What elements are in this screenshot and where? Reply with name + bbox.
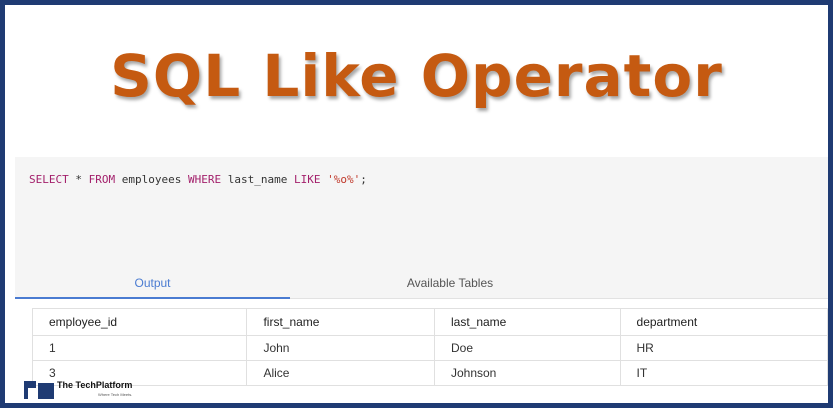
logo-name: The TechPlatform xyxy=(57,380,133,390)
keyword-like: LIKE xyxy=(293,173,321,186)
column-header-last-name: last_name xyxy=(433,308,621,336)
cell-department: HR xyxy=(619,335,828,361)
like-pattern: '%o%' xyxy=(327,173,361,186)
select-star: * xyxy=(68,173,89,186)
screenshot-frame: SQL Like Operator SELECT * FROM employee… xyxy=(0,0,833,408)
cell-employee-id: 1 xyxy=(31,335,248,361)
cell-first-name: Alice xyxy=(246,360,435,386)
cell-last-name: Johnson xyxy=(433,360,621,386)
cell-department: IT xyxy=(619,360,828,386)
table-name: employees xyxy=(115,173,188,186)
result-tabs: Output Available Tables xyxy=(15,269,828,299)
column-name: last_name xyxy=(221,173,294,186)
cell-last-name: Doe xyxy=(433,335,621,361)
sql-editor[interactable]: SELECT * FROM employees WHERE last_name … xyxy=(15,157,828,269)
column-header-department: department xyxy=(619,308,828,336)
title-banner: SQL Like Operator xyxy=(5,5,828,155)
keyword-from: FROM xyxy=(88,173,116,186)
column-header-employee-id: employee_id xyxy=(31,308,248,336)
cell-first-name: John xyxy=(246,335,435,361)
table-row: 1 John Doe HR xyxy=(31,335,828,361)
table-row: 3 Alice Johnson IT xyxy=(31,360,828,386)
page-title: SQL Like Operator xyxy=(110,42,723,110)
results-table: employee_id first_name last_name departm… xyxy=(31,308,828,386)
logo-tagline: Where Tech Meets. xyxy=(97,392,133,397)
keyword-select: SELECT xyxy=(29,173,69,186)
techplatform-logo: The TechPlatform Where Tech Meets. xyxy=(24,379,132,401)
table-header-row: employee_id first_name last_name departm… xyxy=(31,308,828,336)
tab-available-tables[interactable]: Available Tables xyxy=(290,269,610,298)
logo-mark-icon xyxy=(24,381,54,399)
sql-query: SELECT * FROM employees WHERE last_name … xyxy=(29,173,367,186)
column-header-first-name: first_name xyxy=(246,308,435,336)
keyword-where: WHERE xyxy=(187,173,222,186)
logo-text: The TechPlatform Where Tech Meets. xyxy=(57,381,132,399)
tab-output[interactable]: Output xyxy=(15,269,290,299)
statement-terminator: ; xyxy=(360,173,367,186)
